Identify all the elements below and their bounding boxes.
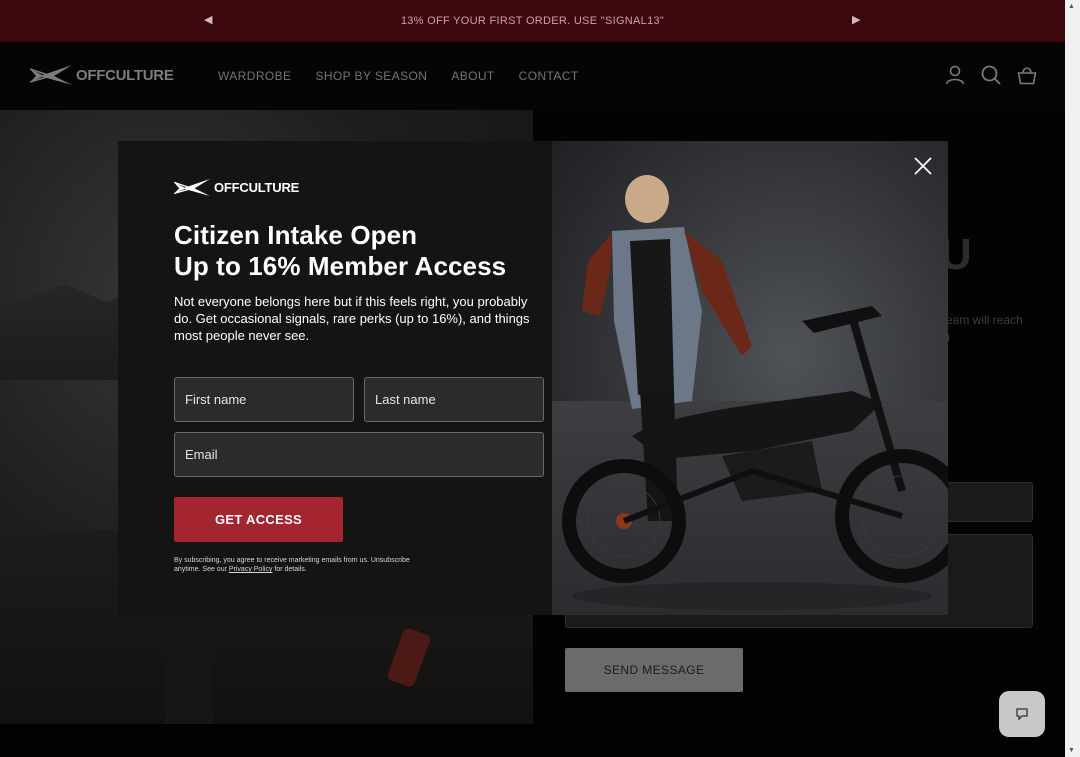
email-input[interactable] [174, 432, 544, 477]
close-icon[interactable] [912, 155, 934, 177]
main-nav: WARDROBE SHOP BY SEASON ABOUT CONTACT [218, 69, 579, 83]
header-icons [945, 65, 1037, 85]
cart-icon[interactable] [1017, 65, 1037, 85]
modal-content: OFFCULTURE Citizen Intake Open Up to 16%… [118, 141, 552, 615]
logo-mark-icon [174, 179, 210, 196]
chat-icon [1016, 708, 1028, 721]
announcement-text: 13% OFF YOUR FIRST ORDER. USE "SIGNAL13" [400, 15, 665, 27]
nav-item-shop-by-season[interactable]: SHOP BY SEASON [315, 69, 427, 83]
announcement-prev-button[interactable]: ◀ [204, 13, 212, 26]
page: ◀ 13% OFF YOUR FIRST ORDER. USE "SIGNAL1… [0, 0, 1080, 757]
model-motorcycle-image [562, 175, 948, 610]
nav-item-contact[interactable]: CONTACT [519, 69, 579, 83]
account-icon[interactable] [945, 65, 965, 85]
site-logo[interactable]: OFFCULTURE [30, 65, 174, 85]
scroll-down-arrow[interactable]: ▼ [1068, 747, 1075, 754]
first-name-input[interactable] [174, 377, 354, 422]
modal-image [552, 141, 948, 615]
signup-form [174, 377, 544, 477]
nav-item-about[interactable]: ABOUT [451, 69, 494, 83]
send-message-button[interactable]: SEND MESSAGE [565, 648, 743, 692]
modal-title-line-1: Citizen Intake Open [174, 220, 418, 250]
privacy-policy-link[interactable]: Privacy Policy [229, 566, 273, 573]
announcement-next-button[interactable]: ▶ [852, 13, 860, 26]
modal-title-line-2: Up to 16% Member Access [174, 251, 507, 281]
modal-title: Citizen Intake Open Up to 16% Member Acc… [174, 220, 552, 282]
site-header: OFFCULTURE WARDROBE SHOP BY SEASON ABOUT… [0, 42, 1065, 110]
modal-logo-wordmark: OFFCULTURE [214, 180, 300, 195]
modal-logo: OFFCULTURE [174, 179, 552, 196]
modal-body-text: Not everyone belongs here but if this fe… [174, 294, 530, 343]
last-name-input[interactable] [364, 377, 544, 422]
newsletter-modal: OFFCULTURE Citizen Intake Open Up to 16%… [118, 141, 948, 615]
logo-mark-icon [30, 65, 72, 85]
footer-strip [0, 724, 1065, 757]
chat-button[interactable] [999, 691, 1045, 737]
legal-text: By subscribing, you agree to receive mar… [174, 557, 410, 573]
logo-wordmark: OFFCULTURE [76, 66, 174, 84]
contact-description: eam will reach ) [946, 313, 1023, 344]
get-access-button[interactable]: GET ACCESS [174, 497, 343, 542]
page-scrollbar[interactable]: ▲ ▼ [1065, 0, 1080, 757]
search-icon[interactable] [981, 65, 1001, 85]
nav-item-wardrobe[interactable]: WARDROBE [218, 69, 291, 83]
scroll-up-arrow[interactable]: ▲ [1068, 3, 1075, 10]
announcement-bar: ◀ 13% OFF YOUR FIRST ORDER. USE "SIGNAL1… [0, 0, 1065, 42]
